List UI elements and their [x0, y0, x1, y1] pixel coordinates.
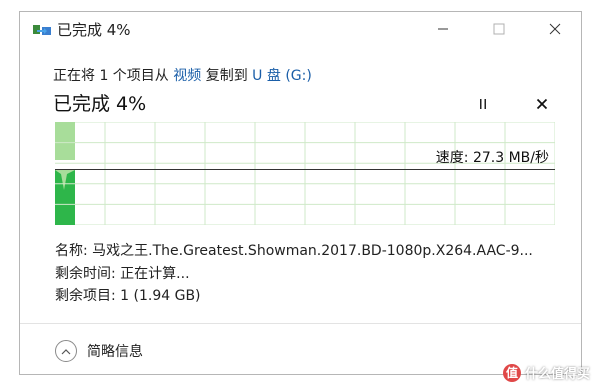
pause-icon	[480, 99, 486, 109]
screenshot-canvas: 已完成 4% 正在将 1 个项目从 视频 复制到 U 盘 (G:) 已完成 4%…	[0, 0, 600, 386]
title-bar[interactable]: 已完成 4%	[20, 12, 581, 45]
speed-graph-svg	[54, 121, 556, 226]
maximize-button[interactable]	[476, 12, 522, 45]
source-folder-link[interactable]: 视频	[173, 68, 201, 84]
minimize-icon	[438, 28, 448, 29]
close-button[interactable]	[532, 12, 578, 45]
fewer-details-toggle[interactable]: 简略信息	[55, 339, 143, 363]
window-title: 已完成 4%	[57, 21, 131, 39]
speed-label: 速度: 27.3 MB/秒	[435, 150, 549, 166]
minimize-button[interactable]	[420, 12, 466, 45]
fewer-details-label: 简略信息	[87, 344, 143, 360]
time-remaining-detail: 剩余时间: 正在计算...	[55, 266, 190, 282]
watermark-badge: 值	[502, 363, 521, 382]
chevron-up-icon	[55, 340, 77, 362]
watermark-text: 什么值得买	[524, 367, 590, 382]
copy-middle-text: 复制到	[201, 68, 253, 84]
items-remaining-detail: 剩余项目: 1 (1.94 GB)	[55, 288, 201, 304]
copy-prefix-text: 正在将 1 个项目从	[53, 68, 174, 84]
close-icon	[549, 23, 561, 34]
copy-description: 正在将 1 个项目从 视频 复制到 U 盘 (G:)	[53, 65, 312, 85]
maximize-icon	[493, 23, 505, 34]
site-watermark: 值 什么值得买	[502, 363, 590, 382]
cancel-icon	[536, 98, 548, 110]
transfer-speed-graph: 速度: 27.3 MB/秒	[54, 121, 556, 226]
progress-heading: 已完成 4%	[53, 93, 147, 115]
copy-transfer-icon	[33, 25, 51, 35]
fill-gap	[55, 160, 75, 170]
footer-divider	[20, 323, 581, 324]
file-name-detail: 名称: 马戏之王.The.Greatest.Showman.2017.BD-10…	[55, 243, 533, 259]
cancel-button[interactable]	[530, 93, 554, 115]
pause-button[interactable]	[471, 93, 495, 115]
file-copy-dialog: 已完成 4% 正在将 1 个项目从 视频 复制到 U 盘 (G:) 已完成 4%…	[19, 11, 582, 375]
destination-drive-link[interactable]: U 盘 (G:)	[252, 68, 312, 84]
